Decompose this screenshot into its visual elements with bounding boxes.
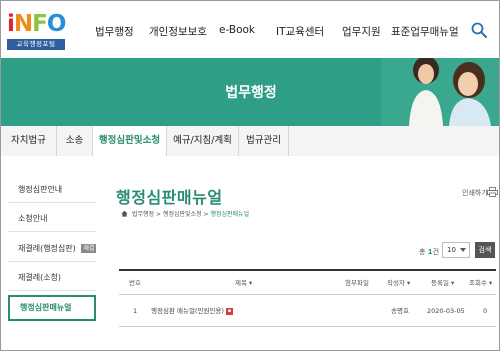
sidebar-item-admin-appeal-guide[interactable]: 행정심판안내: [8, 177, 96, 203]
nav-item-work-support[interactable]: 업무지원: [342, 24, 381, 39]
page-size-value: 10: [447, 246, 456, 254]
col-views[interactable]: 조회수 ▾: [469, 271, 492, 295]
breadcrumb-item[interactable]: 행정심판및소청: [163, 211, 202, 218]
sidebar-item-label: 재결례(행정심판): [18, 244, 76, 253]
home-icon[interactable]: [121, 210, 128, 217]
row-date: 2020-03-05: [427, 307, 465, 315]
logo-wordmark: iNFO: [7, 11, 67, 37]
logo-letter: O: [46, 11, 67, 37]
row-title[interactable]: 행정심판 매뉴얼(민원인용): [151, 307, 224, 315]
sidebar-item-petition-guide[interactable]: 소청안내: [8, 206, 96, 232]
page-title: 행정심판매뉴얼: [116, 188, 223, 207]
row-author: 송명호: [391, 307, 409, 315]
search-icon[interactable]: [471, 22, 487, 38]
col-number: 번호: [129, 279, 141, 287]
breadcrumb-separator: >: [156, 211, 163, 218]
print-link[interactable]: 인쇄하기: [462, 188, 488, 198]
logo-subtitle: 교육행정포털: [7, 39, 65, 50]
table-row[interactable]: 1 행정심판 매뉴얼(민원인용) ▪ 송명호 2020-03-05 0: [119, 295, 496, 327]
sidebar-item-admin-appeal-manual[interactable]: 행정심판매뉴얼: [8, 295, 96, 321]
chevron-down-icon: [460, 248, 466, 252]
tab-admin-appeal[interactable]: 행정심판및소청: [93, 126, 167, 156]
total-prefix: 총: [419, 248, 426, 256]
tab-local-law[interactable]: 자치법규: [1, 126, 57, 156]
col-attachment: 첨부파일: [345, 279, 369, 287]
nav-item-it-center[interactable]: IT교육센터: [276, 24, 324, 39]
breadcrumb: 법무행정 > 행정심판및소청 > 행정심판매뉴얼: [121, 209, 249, 218]
nav-item-ebook[interactable]: e-Book: [219, 24, 255, 36]
site-logo[interactable]: iNFO 교육행정포털: [7, 11, 67, 51]
logo-letter: F: [32, 11, 48, 37]
nav-item-privacy[interactable]: 개인정보보호: [149, 24, 207, 39]
tab-guidelines[interactable]: 예규/지침/계획: [167, 126, 239, 156]
sidebar-badge: 재결: [81, 244, 97, 253]
sidebar-item-label: 소청안내: [18, 214, 48, 223]
logo-letter: N: [13, 11, 33, 37]
browser-frame: iNFO 교육행정포털 법무행정 개인정보보호 e-Book IT교육센터 업무…: [0, 0, 500, 351]
print-icon[interactable]: [487, 187, 498, 197]
nav-item-manual[interactable]: 표준업무매뉴얼: [391, 24, 459, 39]
tab-lawsuit[interactable]: 소송: [57, 126, 93, 156]
page-banner: 법무행정: [1, 58, 499, 126]
col-date[interactable]: 등록일 ▾: [431, 271, 454, 295]
file-icon: ▪: [225, 307, 233, 315]
search-button[interactable]: 검색: [475, 242, 495, 258]
table-header: 번호 제목 ▾ 첨부파일 작성자 ▾ 등록일 ▾ 조회수 ▾: [119, 269, 496, 295]
site-header: iNFO 교육행정포털 법무행정 개인정보보호 e-Book IT교육센터 업무…: [1, 1, 499, 58]
logo-letter: i: [7, 11, 15, 37]
tabs-filler: [289, 126, 499, 156]
row-number: 1: [133, 307, 138, 315]
total-suffix: 건: [432, 248, 440, 256]
sidebar-item-ruling-petition[interactable]: 재결례(소청): [8, 265, 96, 291]
sidebar-item-label: 행정심판매뉴얼: [20, 303, 72, 312]
sub-tabs: 자치법규 소송 행정심판및소청 예규/지침/계획 법규관리: [1, 126, 499, 156]
total-count: 총 1건: [419, 247, 439, 257]
row-views: 0: [483, 307, 488, 315]
nav-item-legal[interactable]: 법무행정: [95, 24, 134, 39]
page-size-select[interactable]: 10: [442, 242, 470, 258]
row-title-link[interactable]: 행정심판 매뉴얼(민원인용) ▪: [151, 295, 233, 327]
breadcrumb-item[interactable]: 법무행정: [132, 211, 154, 218]
col-title[interactable]: 제목 ▾: [235, 271, 252, 295]
sidebar-item-label: 행정심판안내: [18, 185, 63, 194]
col-author[interactable]: 작성자 ▾: [387, 271, 410, 295]
banner-title: 법무행정: [225, 85, 277, 101]
sidebar-item-label: 재결례(소청): [18, 273, 62, 282]
sidebar-item-ruling-admin[interactable]: 재결례(행정심판) 재결: [8, 236, 97, 262]
breadcrumb-current: 행정심판매뉴얼: [210, 211, 250, 218]
tab-law-management[interactable]: 법규관리: [239, 126, 289, 156]
